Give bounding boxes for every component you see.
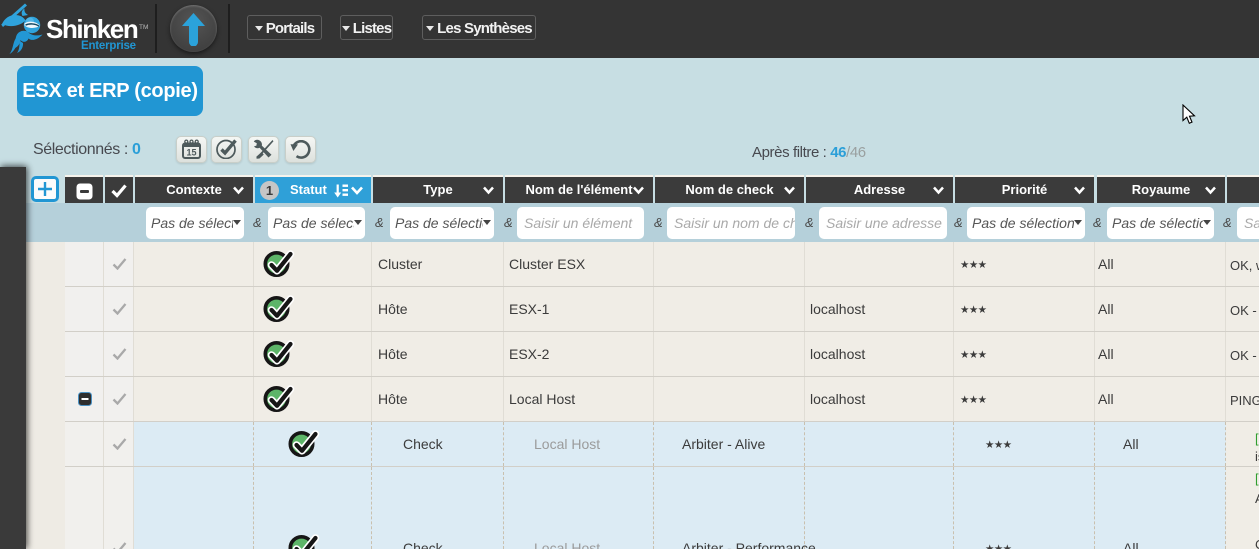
svg-text:15: 15 — [186, 148, 196, 158]
